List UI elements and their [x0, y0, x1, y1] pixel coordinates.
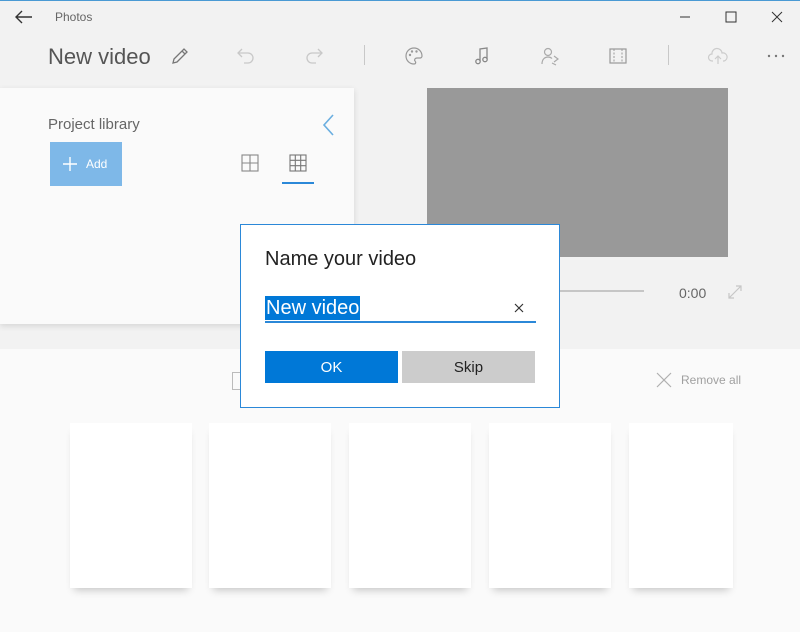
toolbar: New video: [0, 32, 800, 84]
clear-text-icon[interactable]: [510, 299, 528, 317]
fullscreen-icon[interactable]: [726, 283, 744, 301]
app-title: Photos: [55, 10, 93, 24]
storyboard-card[interactable]: [209, 423, 331, 588]
remove-all-button[interactable]: Remove all: [656, 372, 741, 388]
playback-time: 0:00: [679, 285, 707, 301]
add-button[interactable]: Add: [50, 142, 122, 186]
project-title[interactable]: New video: [48, 44, 151, 70]
storyboard-card[interactable]: [489, 423, 611, 588]
more-icon[interactable]: [764, 44, 788, 68]
toolbar-divider: [364, 45, 365, 65]
edit-icon[interactable]: [168, 44, 192, 68]
plus-icon: [62, 156, 78, 172]
aspect-ratio-icon[interactable]: [606, 44, 630, 68]
ok-button[interactable]: OK: [265, 351, 398, 383]
skip-button[interactable]: Skip: [402, 351, 535, 383]
storyboard-card[interactable]: [629, 423, 733, 588]
large-grid-view-icon[interactable]: [239, 152, 261, 174]
selected-view-indicator: [282, 182, 314, 184]
maximize-button[interactable]: [708, 1, 754, 33]
storyboard-card[interactable]: [349, 423, 471, 588]
storyboard-card[interactable]: [70, 423, 192, 588]
remove-all-label: Remove all: [681, 373, 742, 387]
seek-bar[interactable]: [558, 290, 644, 292]
toolbar-divider: [668, 45, 669, 65]
add-button-label: Add: [86, 157, 108, 171]
undo-icon[interactable]: [234, 44, 258, 68]
music-icon[interactable]: [470, 44, 494, 68]
export-icon[interactable]: [706, 44, 730, 68]
close-button[interactable]: [754, 1, 800, 33]
small-grid-view-icon[interactable]: [287, 152, 309, 174]
theme-icon[interactable]: [402, 44, 426, 68]
narration-icon[interactable]: [538, 44, 562, 68]
dialog-title: Name your video: [265, 248, 417, 270]
close-icon: [656, 372, 672, 388]
minimize-button[interactable]: [662, 1, 708, 33]
video-name-value[interactable]: New video: [265, 296, 361, 320]
redo-icon[interactable]: [302, 44, 326, 68]
chevron-left-icon[interactable]: [318, 112, 340, 138]
video-name-input[interactable]: New video: [265, 293, 536, 323]
name-video-dialog: Name your video New video OK Skip: [240, 224, 560, 408]
back-arrow-icon[interactable]: [12, 8, 34, 26]
title-bar: Photos: [0, 0, 800, 32]
library-title: Project library: [48, 116, 140, 133]
